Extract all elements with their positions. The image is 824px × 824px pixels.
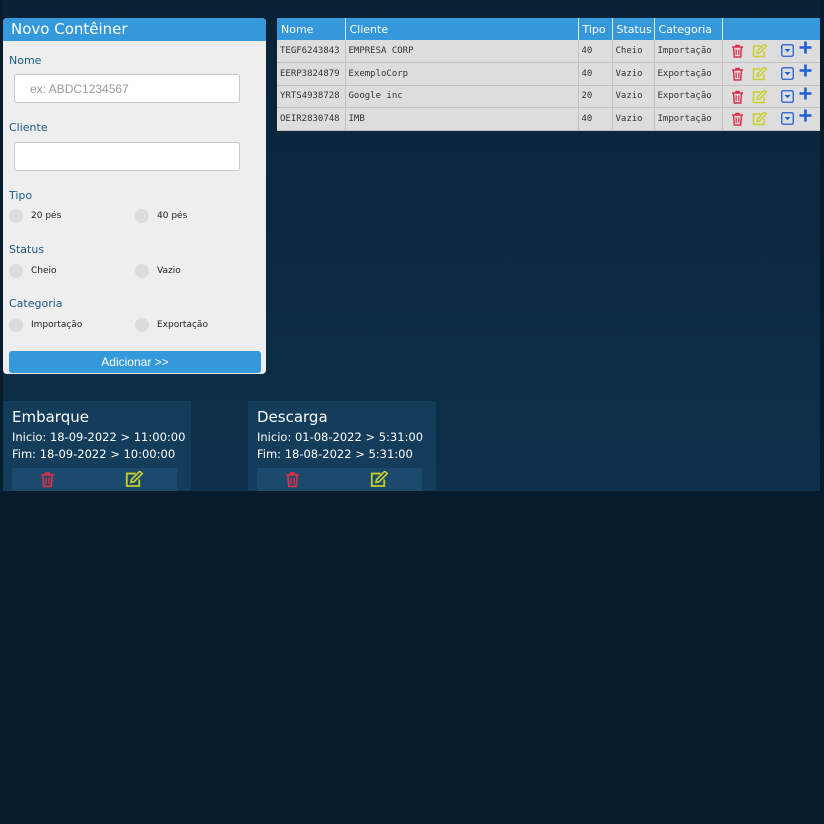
- edit-icon[interactable]: [370, 470, 389, 492]
- table-header-row: Nome Cliente Tipo Status Categoria: [277, 18, 820, 40]
- cell-tipo: 40: [578, 62, 613, 86]
- movement-title: Embarque: [12, 408, 89, 426]
- type-radio-group: 20 pés 40 pés: [9, 209, 259, 223]
- cell-status: Vazio: [612, 107, 655, 131]
- cell-actions: [722, 85, 820, 108]
- cell-nome: TEGF6243843: [277, 40, 346, 63]
- edit-icon[interactable]: [125, 470, 144, 492]
- table-body: TEGF6243843 EMPRESA CORP 40 Cheio Import…: [277, 40, 820, 131]
- cell-nome: YRTS4938728: [277, 85, 346, 108]
- table-row: OEIR2830748 IMB 40 Vazio Importação: [277, 107, 820, 131]
- movement-start: Inicio: 01-08-2022 > 5:31:00: [257, 430, 424, 444]
- edit-icon[interactable]: [752, 111, 768, 129]
- containers-table: Nome Cliente Tipo Status Categoria TEGF6…: [277, 18, 820, 131]
- status-label: Status: [9, 243, 45, 256]
- column-header-cliente[interactable]: Cliente: [345, 18, 579, 40]
- dropdown-icon[interactable]: [780, 67, 794, 83]
- type-option-20[interactable]: 20 pés: [9, 209, 61, 223]
- status-option-cheio[interactable]: Cheio: [9, 264, 57, 278]
- cell-nome: EERP3824879: [277, 62, 346, 86]
- radio-label: Cheio: [31, 266, 57, 276]
- category-option-importacao[interactable]: Importação: [9, 318, 82, 332]
- dropdown-icon[interactable]: [780, 44, 794, 60]
- dropdown-icon[interactable]: [780, 89, 794, 106]
- trash-icon[interactable]: [731, 67, 744, 84]
- edit-icon[interactable]: [752, 88, 768, 107]
- cell-categoria: Importação: [654, 107, 723, 131]
- cell-actions: [722, 40, 820, 63]
- plus-icon[interactable]: [799, 41, 812, 57]
- plus-icon[interactable]: [799, 64, 812, 80]
- radio-button[interactable]: [135, 264, 149, 278]
- movement-actions: [12, 468, 177, 491]
- trash-icon[interactable]: [285, 471, 300, 492]
- add-button[interactable]: Adicionar >>: [9, 351, 261, 373]
- cell-status: Cheio: [612, 40, 655, 63]
- cell-actions: [722, 62, 820, 86]
- cell-nome: OEIR2830748: [277, 107, 346, 131]
- radio-button[interactable]: [9, 264, 23, 278]
- table-row: EERP3824879 ExemploCorp 40 Vazio Exporta…: [277, 62, 820, 86]
- containers-table-panel: Nome Cliente Tipo Status Categoria TEGF6…: [277, 18, 820, 131]
- cell-tipo: 40: [578, 40, 613, 63]
- movement-card-embarque: Embarque Inicio: 18-09-2022 > 11:00:00 F…: [3, 401, 191, 491]
- radio-label: Exportação: [157, 320, 208, 330]
- trash-icon[interactable]: [731, 44, 744, 61]
- cell-cliente: ExemploCorp: [345, 62, 579, 86]
- trash-icon[interactable]: [731, 112, 744, 129]
- cell-categoria: Importação: [654, 40, 723, 63]
- new-container-form: Novo Contêiner Nome Cliente Tipo 20 pés …: [3, 18, 266, 374]
- type-label: Tipo: [9, 189, 33, 202]
- name-input[interactable]: [14, 74, 240, 103]
- movement-end: Fim: 18-08-2022 > 5:31:00: [257, 447, 413, 461]
- column-header-categoria[interactable]: Categoria: [654, 18, 723, 40]
- radio-button[interactable]: [9, 318, 23, 332]
- trash-icon[interactable]: [40, 471, 55, 492]
- name-label: Nome: [9, 54, 42, 67]
- category-radio-group: Importação Exportação: [9, 318, 259, 332]
- client-input[interactable]: [14, 142, 240, 171]
- status-radio-group: Cheio Vazio: [9, 264, 259, 278]
- table-row: YRTS4938728 Google inc 20 Vazio Exportaç…: [277, 85, 820, 108]
- radio-label: Importação: [31, 320, 83, 330]
- dropdown-icon[interactable]: [780, 112, 794, 128]
- type-option-40[interactable]: 40 pés: [135, 209, 187, 223]
- category-option-exportacao[interactable]: Exportação: [135, 318, 208, 332]
- movement-end: Fim: 18-09-2022 > 10:00:00: [12, 447, 176, 461]
- cell-categoria: Exportação: [654, 85, 723, 108]
- radio-label: 20 pés: [31, 211, 62, 221]
- column-header-tipo[interactable]: Tipo: [578, 18, 613, 40]
- client-label: Cliente: [9, 121, 48, 134]
- cell-status: Vazio: [612, 85, 655, 108]
- radio-button[interactable]: [135, 209, 149, 223]
- radio-label: 40 pés: [157, 211, 188, 221]
- edit-icon[interactable]: [752, 66, 768, 84]
- cell-cliente: EMPRESA CORP: [345, 40, 579, 63]
- movement-actions: [257, 468, 422, 491]
- plus-icon[interactable]: [799, 87, 812, 103]
- cell-cliente: IMB: [345, 107, 579, 131]
- radio-label: Vazio: [157, 266, 181, 276]
- cell-status: Vazio: [612, 62, 655, 86]
- cell-cliente: Google inc: [345, 85, 579, 108]
- column-header-nome[interactable]: Nome: [277, 18, 346, 40]
- radio-button[interactable]: [135, 318, 149, 332]
- form-title: Novo Contêiner: [3, 18, 266, 41]
- radio-button[interactable]: [9, 209, 23, 223]
- edit-icon[interactable]: [752, 43, 768, 61]
- movement-card-descarga: Descarga Inicio: 01-08-2022 > 5:31:00 Fi…: [248, 401, 436, 491]
- column-header-status[interactable]: Status: [612, 18, 655, 40]
- trash-icon[interactable]: [731, 90, 744, 107]
- cell-categoria: Exportação: [654, 62, 723, 86]
- category-label: Categoria: [9, 297, 63, 310]
- table-row: TEGF6243843 EMPRESA CORP 40 Cheio Import…: [277, 40, 820, 63]
- movement-start: Inicio: 18-09-2022 > 11:00:00: [12, 430, 186, 444]
- cell-actions: [722, 107, 820, 131]
- status-option-vazio[interactable]: Vazio: [135, 264, 181, 278]
- column-header-actions: [722, 18, 820, 40]
- cell-tipo: 20: [578, 85, 613, 108]
- movement-title: Descarga: [257, 408, 328, 426]
- plus-icon[interactable]: [799, 109, 812, 125]
- cell-tipo: 40: [578, 107, 613, 131]
